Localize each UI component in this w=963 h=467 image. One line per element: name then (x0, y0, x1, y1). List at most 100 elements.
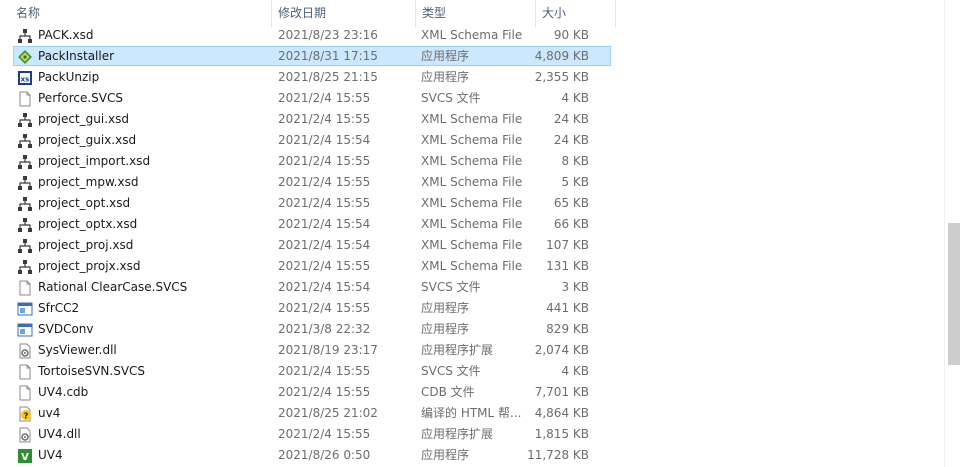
file-size: 829 KB (546, 322, 589, 336)
column-header-type[interactable]: 类型 (416, 0, 536, 27)
file-modified-date: 2021/2/4 15:55 (278, 112, 371, 126)
file-type: CDB 文件 (421, 385, 475, 399)
blank-file-icon (17, 385, 33, 401)
xsd-schema-icon (17, 259, 33, 275)
file-modified-date: 2021/8/25 21:02 (278, 406, 378, 420)
file-row[interactable]: xs PackUnzip 2021/8/25 21:15 应用程序 2,355 KB (0, 67, 945, 88)
file-row[interactable]: TortoiseSVN.SVCS 2021/2/4 15:55 SVCS 文件 4 K… (0, 361, 945, 382)
window-app-icon (17, 301, 33, 317)
svg-text:V: V (21, 452, 29, 463)
file-name: Rational ClearCase.SVCS (38, 280, 188, 294)
file-modified-date: 2021/2/4 15:55 (278, 175, 371, 189)
column-header-name[interactable]: 名称 (10, 0, 272, 27)
file-modified-date: 2021/3/8 22:32 (278, 322, 371, 336)
file-type: 应用程序 (421, 301, 470, 315)
file-type: SVCS 文件 (421, 91, 481, 105)
file-row[interactable]: Rational ClearCase.SVCS 2021/2/4 15:54 SVC… (0, 277, 945, 298)
file-modified-date: 2021/2/4 15:55 (278, 196, 371, 210)
xsd-schema-icon (17, 112, 33, 128)
vertical-scrollbar[interactable] (944, 0, 963, 467)
file-size: 24 KB (553, 133, 589, 147)
file-modified-date: 2021/2/4 15:55 (278, 364, 371, 378)
file-size: 66 KB (553, 217, 589, 231)
file-size: 107 KB (546, 238, 589, 252)
file-type: 应用程序扩展 (421, 427, 494, 441)
file-name: UV4.dll (38, 427, 81, 441)
file-name: PackInstaller (38, 49, 115, 63)
file-modified-date: 2021/2/4 15:55 (278, 427, 371, 441)
file-name: TortoiseSVN.SVCS (38, 364, 146, 378)
file-type: XML Schema File (421, 154, 523, 168)
file-row[interactable]: project_projx.xsd 2021/2/4 15:55 XML Schem… (0, 256, 945, 277)
pack-installer-icon (17, 49, 33, 65)
file-row[interactable]: project_proj.xsd 2021/2/4 15:54 XML Schema… (0, 235, 945, 256)
file-size: 24 KB (553, 112, 589, 126)
column-header-type-label: 类型 (422, 6, 447, 20)
file-name: project_gui.xsd (38, 112, 129, 126)
file-modified-date: 2021/2/4 15:54 (278, 133, 371, 147)
xsd-schema-icon (17, 238, 33, 254)
file-size: 2,355 KB (534, 70, 589, 84)
file-type: XML Schema File (421, 112, 523, 126)
svg-text:xs: xs (21, 76, 30, 84)
file-modified-date: 2021/2/4 15:54 (278, 217, 371, 231)
dll-gear-icon (17, 427, 33, 443)
file-name: PackUnzip (38, 70, 100, 84)
file-type: XML Schema File (421, 217, 523, 231)
file-modified-date: 2021/8/19 23:17 (278, 343, 378, 357)
xsd-schema-icon (17, 28, 33, 44)
dll-gear-icon (17, 343, 33, 359)
file-row[interactable]: V UV4 2021/8/26 0:50 应用程序 11,728 KB (0, 445, 945, 466)
file-size: 8 KB (561, 154, 589, 168)
file-name: SVDConv (38, 322, 94, 336)
column-header-date-label: 修改日期 (278, 6, 327, 20)
file-size: 4,864 KB (534, 406, 589, 420)
file-size: 65 KB (553, 196, 589, 210)
file-modified-date: 2021/2/4 15:54 (278, 238, 371, 252)
file-modified-date: 2021/2/4 15:55 (278, 154, 371, 168)
file-size: 5 KB (561, 175, 589, 189)
unzip-app-icon: xs (17, 70, 33, 86)
file-type: 应用程序 (421, 49, 470, 63)
file-name: PACK.xsd (38, 28, 94, 42)
file-row[interactable]: project_mpw.xsd 2021/2/4 15:55 XML Schema … (0, 172, 945, 193)
file-row[interactable]: project_optx.xsd 2021/2/4 15:54 XML Schema… (0, 214, 945, 235)
file-size: 131 KB (546, 259, 589, 273)
file-name: project_import.xsd (38, 154, 151, 168)
file-row[interactable]: PackInstaller 2021/8/31 17:15 应用程序 4,809 KB (0, 46, 945, 67)
file-row[interactable]: project_opt.xsd 2021/2/4 15:55 XML Schema … (0, 193, 945, 214)
file-name: project_projx.xsd (38, 259, 141, 273)
xsd-schema-icon (17, 196, 33, 212)
file-modified-date: 2021/2/4 15:55 (278, 259, 371, 273)
blank-file-icon (17, 364, 33, 380)
file-row[interactable]: Perforce.SVCS 2021/2/4 15:55 SVCS 文件 4 KB (0, 88, 945, 109)
file-row[interactable]: SfrCC2 2021/2/4 15:55 应用程序 441 KB (0, 298, 945, 319)
file-row[interactable]: project_guix.xsd 2021/2/4 15:54 XML Schema… (0, 130, 945, 151)
file-row[interactable]: UV4.cdb 2021/2/4 15:55 CDB 文件 7,701 KB (0, 382, 945, 403)
file-row[interactable]: SysViewer.dll 2021/8/19 23:17 应用程序扩展 2,074 … (0, 340, 945, 361)
file-type: 应用程序 (421, 322, 470, 336)
column-header-date[interactable]: 修改日期 (272, 0, 416, 27)
file-size: 11,728 KB (527, 448, 589, 462)
file-size: 4,809 KB (534, 49, 589, 63)
scrollbar-thumb[interactable] (948, 223, 960, 365)
file-size: 4 KB (561, 364, 589, 378)
file-row[interactable]: SVDConv 2021/3/8 22:32 应用程序 829 KB (0, 319, 945, 340)
file-row[interactable]: UV4.dll 2021/2/4 15:55 应用程序扩展 1,815 KB (0, 424, 945, 445)
file-row[interactable]: ? uv4 2021/8/25 21:02 编译的 HTML 帮... 4,864 KB (0, 403, 945, 424)
xsd-schema-icon (17, 154, 33, 170)
file-type: XML Schema File (421, 133, 523, 147)
file-name: Perforce.SVCS (38, 91, 123, 105)
xsd-schema-icon (17, 217, 33, 233)
file-row[interactable]: project_import.xsd 2021/2/4 15:55 XML Sche… (0, 151, 945, 172)
blank-file-icon (17, 91, 33, 107)
file-name: UV4.cdb (38, 385, 89, 399)
column-header-size[interactable]: 大小 (536, 0, 616, 27)
file-modified-date: 2021/2/4 15:55 (278, 91, 371, 105)
file-size: 2,074 KB (534, 343, 589, 357)
help-file-icon: ? (17, 406, 33, 422)
file-type: XML Schema File (421, 238, 523, 252)
file-row[interactable]: project_gui.xsd 2021/2/4 15:55 XML Schema … (0, 109, 945, 130)
column-header-name-label: 名称 (16, 6, 41, 20)
file-row[interactable]: PACK.xsd 2021/8/23 23:16 XML Schema File 90… (0, 25, 945, 46)
